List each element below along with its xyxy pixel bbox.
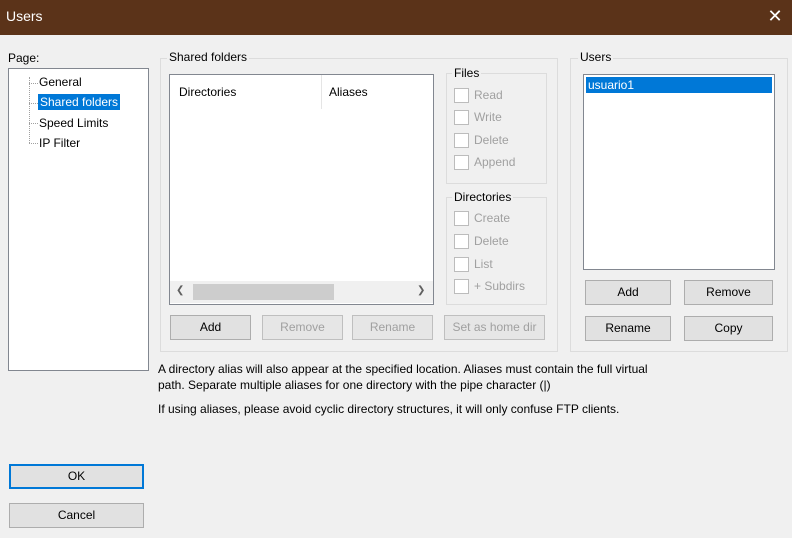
write-checkbox-label: Write xyxy=(474,110,502,124)
window-title: Users xyxy=(6,8,43,24)
shared-remove-button[interactable]: Remove xyxy=(262,315,343,340)
title-bar: Users ✕ xyxy=(0,0,792,35)
user-list-item[interactable]: usuario1 xyxy=(586,77,772,93)
close-icon[interactable]: ✕ xyxy=(758,0,792,35)
write-checkbox[interactable] xyxy=(454,110,469,125)
user-rename-button[interactable]: Rename xyxy=(585,316,671,341)
shared-add-button[interactable]: Add xyxy=(170,315,251,340)
shared-folders-group-label: Shared folders xyxy=(167,50,250,64)
tree-item-speed-limits[interactable]: Speed Limits xyxy=(39,116,108,130)
read-checkbox[interactable] xyxy=(454,88,469,103)
tree-connector xyxy=(29,123,38,124)
files-group-label: Files xyxy=(452,66,482,80)
append-checkbox[interactable] xyxy=(454,155,469,170)
tree-item-ip-filter[interactable]: IP Filter xyxy=(39,136,80,150)
users-list[interactable]: usuario1 xyxy=(583,74,775,270)
page-tree[interactable]: General Shared folders Speed Limits IP F… xyxy=(8,68,149,371)
list-checkbox-label: List xyxy=(474,257,493,271)
tree-connector xyxy=(29,77,30,143)
scroll-right-icon[interactable]: ❯ xyxy=(417,285,425,296)
column-divider xyxy=(321,75,322,109)
info-text-line3: If using aliases, please avoid cyclic di… xyxy=(158,402,620,416)
tree-connector xyxy=(29,143,38,144)
column-header-directories[interactable]: Directories xyxy=(179,85,236,99)
create-checkbox[interactable] xyxy=(454,211,469,226)
scrollbar-thumb[interactable] xyxy=(193,284,334,300)
create-checkbox-label: Create xyxy=(474,211,511,225)
tree-item-general[interactable]: General xyxy=(39,75,82,89)
delete-dir-checkbox-label: Delete xyxy=(474,234,509,248)
subdirs-checkbox-label: + Subdirs xyxy=(474,279,526,293)
info-text-line2: path. Separate multiple aliases for one … xyxy=(158,378,551,392)
shared-rename-button[interactable]: Rename xyxy=(352,315,433,340)
column-header-aliases[interactable]: Aliases xyxy=(329,85,368,99)
user-remove-button[interactable]: Remove xyxy=(684,280,773,305)
set-home-dir-button[interactable]: Set as home dir xyxy=(444,315,545,340)
horizontal-scrollbar[interactable]: ❮ ❯ xyxy=(170,281,433,303)
users-group-label: Users xyxy=(578,50,614,64)
shared-folders-list[interactable]: Directories Aliases ❮ ❯ xyxy=(169,74,434,305)
tree-connector xyxy=(29,83,38,84)
append-checkbox-label: Append xyxy=(474,155,516,169)
delete-dir-checkbox[interactable] xyxy=(454,234,469,249)
ok-button[interactable]: OK xyxy=(9,464,144,489)
subdirs-checkbox[interactable] xyxy=(454,279,469,294)
read-checkbox-label: Read xyxy=(474,88,503,102)
cancel-button[interactable]: Cancel xyxy=(9,503,144,528)
directories-group-label: Directories xyxy=(452,190,514,204)
delete-file-checkbox-label: Delete xyxy=(474,133,509,147)
tree-connector xyxy=(29,103,38,104)
user-copy-button[interactable]: Copy xyxy=(684,316,773,341)
delete-file-checkbox[interactable] xyxy=(454,133,469,148)
page-label: Page: xyxy=(8,51,40,65)
tree-item-shared-folders[interactable]: Shared folders xyxy=(38,94,121,110)
info-text-line1: A directory alias will also appear at th… xyxy=(158,362,648,376)
list-checkbox[interactable] xyxy=(454,257,469,272)
user-add-button[interactable]: Add xyxy=(585,280,671,305)
scroll-left-icon[interactable]: ❮ xyxy=(176,285,184,296)
